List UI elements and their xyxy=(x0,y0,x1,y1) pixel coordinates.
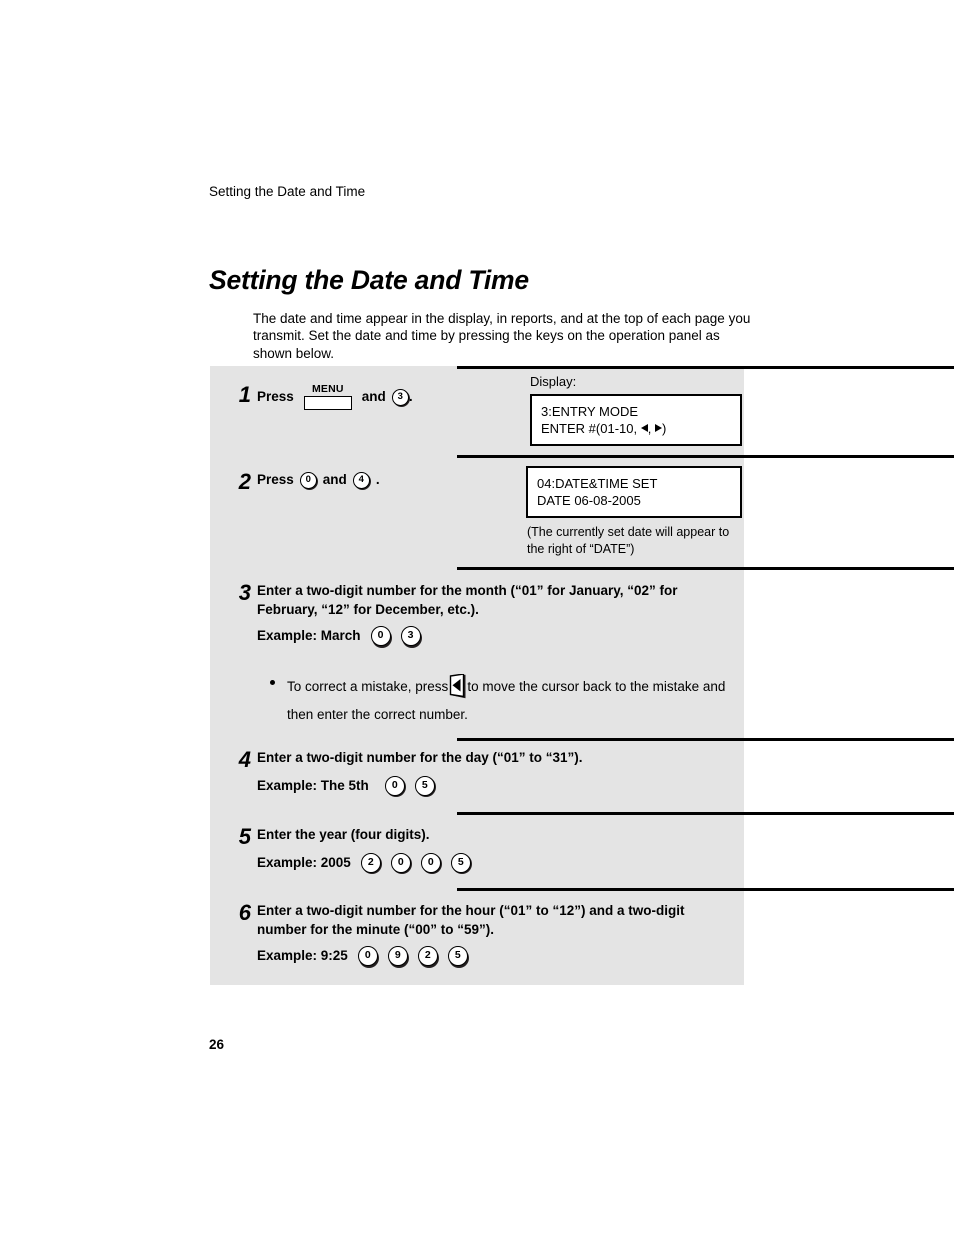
divider-step2-step3 xyxy=(457,567,954,570)
numeric-key-3-label: 3 xyxy=(400,626,421,646)
step-4-number: 4 xyxy=(238,747,251,772)
lcd-step1-line2: ENTER #(01-10, , ) xyxy=(541,420,731,437)
step-4-example: Example: The 5th 0 5 xyxy=(257,775,737,797)
lcd-display-step2: 04:DATE&TIME SET DATE 06-08-2005 xyxy=(526,466,742,518)
numeric-key-2[interactable]: 2 xyxy=(417,946,440,968)
divider-step5-step6 xyxy=(457,888,954,891)
lcd-step2-line1: 04:DATE&TIME SET xyxy=(537,476,658,491)
divider-step1-step2 xyxy=(457,455,954,458)
step-6-example-label: Example: 9:25 xyxy=(257,948,348,963)
right-triangle-icon xyxy=(654,424,662,432)
step-3-line1: Enter a two-digit number for the month (… xyxy=(257,583,678,598)
numeric-key-3-label: 3 xyxy=(391,388,409,406)
step-2-number: 2 xyxy=(238,469,251,494)
numeric-key-3[interactable]: 3 xyxy=(391,388,411,407)
numeric-key-0[interactable]: 0 xyxy=(370,626,393,648)
numeric-key-0-label: 0 xyxy=(384,775,405,796)
step-5-line1: Enter the year (four digits). xyxy=(257,827,430,842)
divider-step3-step4 xyxy=(457,738,954,741)
step-4-example-label: Example: The 5th xyxy=(257,777,369,793)
step-2-and-label: and xyxy=(322,472,347,487)
step-3-example: Example: March 0 3 xyxy=(257,626,737,648)
numeric-key-0-label: 0 xyxy=(357,946,378,966)
menu-key-label: MENU xyxy=(311,383,344,395)
bullet-icon xyxy=(270,680,275,685)
intro-paragraph: The date and time appear in the display,… xyxy=(253,310,751,361)
numeric-key-9[interactable]: 9 xyxy=(387,946,410,968)
numeric-key-0[interactable]: 0 xyxy=(384,775,407,797)
lcd-step1-line2-pre: ENTER #(01-10, xyxy=(541,421,638,436)
numeric-key-0-label: 0 xyxy=(420,852,441,873)
step-3-note-row1: To correct a mistake, press to move the … xyxy=(287,674,740,699)
numeric-key-5[interactable]: 5 xyxy=(447,946,470,968)
numeric-key-2-label: 2 xyxy=(360,852,381,873)
menu-key-box xyxy=(303,396,354,412)
numeric-key-0-label: 0 xyxy=(390,852,411,873)
numeric-key-2-label: 2 xyxy=(417,946,438,966)
numeric-key-5[interactable]: 5 xyxy=(414,775,437,797)
step-5-number: 5 xyxy=(238,824,251,849)
divider-top xyxy=(457,366,954,369)
step-1-press-label: Press xyxy=(257,389,294,404)
numeric-key-5-label: 5 xyxy=(414,775,435,796)
left-triangle-icon xyxy=(640,424,648,432)
numeric-key-2[interactable]: 2 xyxy=(360,852,383,874)
step-3-note-row2: then enter the correct number. xyxy=(287,707,468,722)
step-3-note: To correct a mistake, press to move the … xyxy=(270,674,740,724)
lcd-step1-line2-mid: , xyxy=(647,421,652,436)
step-3-number: 3 xyxy=(238,580,251,605)
step-3-note-post: to move the cursor back to the mistake a… xyxy=(467,678,726,694)
lcd-display-step1: 3:ENTRY MODE ENTER #(01-10, , ) xyxy=(530,394,742,446)
lcd-step1-line1: 3:ENTRY MODE xyxy=(541,404,639,419)
numeric-key-0[interactable]: 0 xyxy=(357,946,380,968)
step-2-press-label: Press xyxy=(257,472,294,487)
step-3-note-pre: To correct a mistake, press xyxy=(287,678,449,694)
numeric-key-0[interactable]: 0 xyxy=(390,852,413,874)
numeric-key-4-label: 4 xyxy=(352,471,370,489)
step-3-line2: February, “12” for December, etc.). xyxy=(257,601,479,617)
step-1-number: 1 xyxy=(238,382,251,407)
step-5-example: Example: 2005 2 0 0 5 xyxy=(257,852,737,874)
step-6-line2: number for the minute (“00” to “59”). xyxy=(257,921,495,937)
cursor-left-arrow-key[interactable] xyxy=(448,674,467,699)
menu-key[interactable]: MENU xyxy=(303,383,354,412)
step-6-number: 6 xyxy=(238,900,251,925)
step-1-and-label: and xyxy=(361,389,386,404)
divider-step4-step5 xyxy=(457,812,954,815)
page-title: Setting the Date and Time xyxy=(209,264,529,295)
numeric-key-0-label: 0 xyxy=(299,471,317,489)
numeric-key-3[interactable]: 3 xyxy=(400,626,423,648)
running-header: Setting the Date and Time xyxy=(209,184,366,199)
lcd-step2-caption: (The currently set date will appear to t… xyxy=(527,525,730,556)
lcd-step1-line2-post: ) xyxy=(661,421,667,436)
numeric-key-5[interactable]: 5 xyxy=(450,852,473,874)
lcd-step2-line2: DATE 06-08-2005 xyxy=(537,493,641,508)
step-2-period: . xyxy=(375,472,380,487)
numeric-key-9-label: 9 xyxy=(387,946,408,966)
numeric-key-4[interactable]: 4 xyxy=(352,471,372,490)
step-6-example: Example: 9:25 0 9 2 5 xyxy=(257,946,737,968)
procedure-panel: 1 Press MENU and 3 . Display: 3:ENTRY MO… xyxy=(210,366,954,985)
display-label-step1: Display: xyxy=(530,374,577,389)
numeric-key-5-label: 5 xyxy=(450,852,471,873)
numeric-key-0[interactable]: 0 xyxy=(299,471,319,490)
step-5-example-label: Example: 2005 xyxy=(257,854,351,870)
numeric-key-5-label: 5 xyxy=(447,946,468,966)
step-4-line1: Enter a two-digit number for the day (“0… xyxy=(257,750,583,765)
numeric-key-0[interactable]: 0 xyxy=(420,852,443,874)
numeric-key-0-label: 0 xyxy=(370,626,391,646)
step-3-example-label: Example: March xyxy=(257,628,361,643)
page-number: 26 xyxy=(209,1037,225,1052)
step-6-line1: Enter a two-digit number for the hour (“… xyxy=(257,903,685,918)
